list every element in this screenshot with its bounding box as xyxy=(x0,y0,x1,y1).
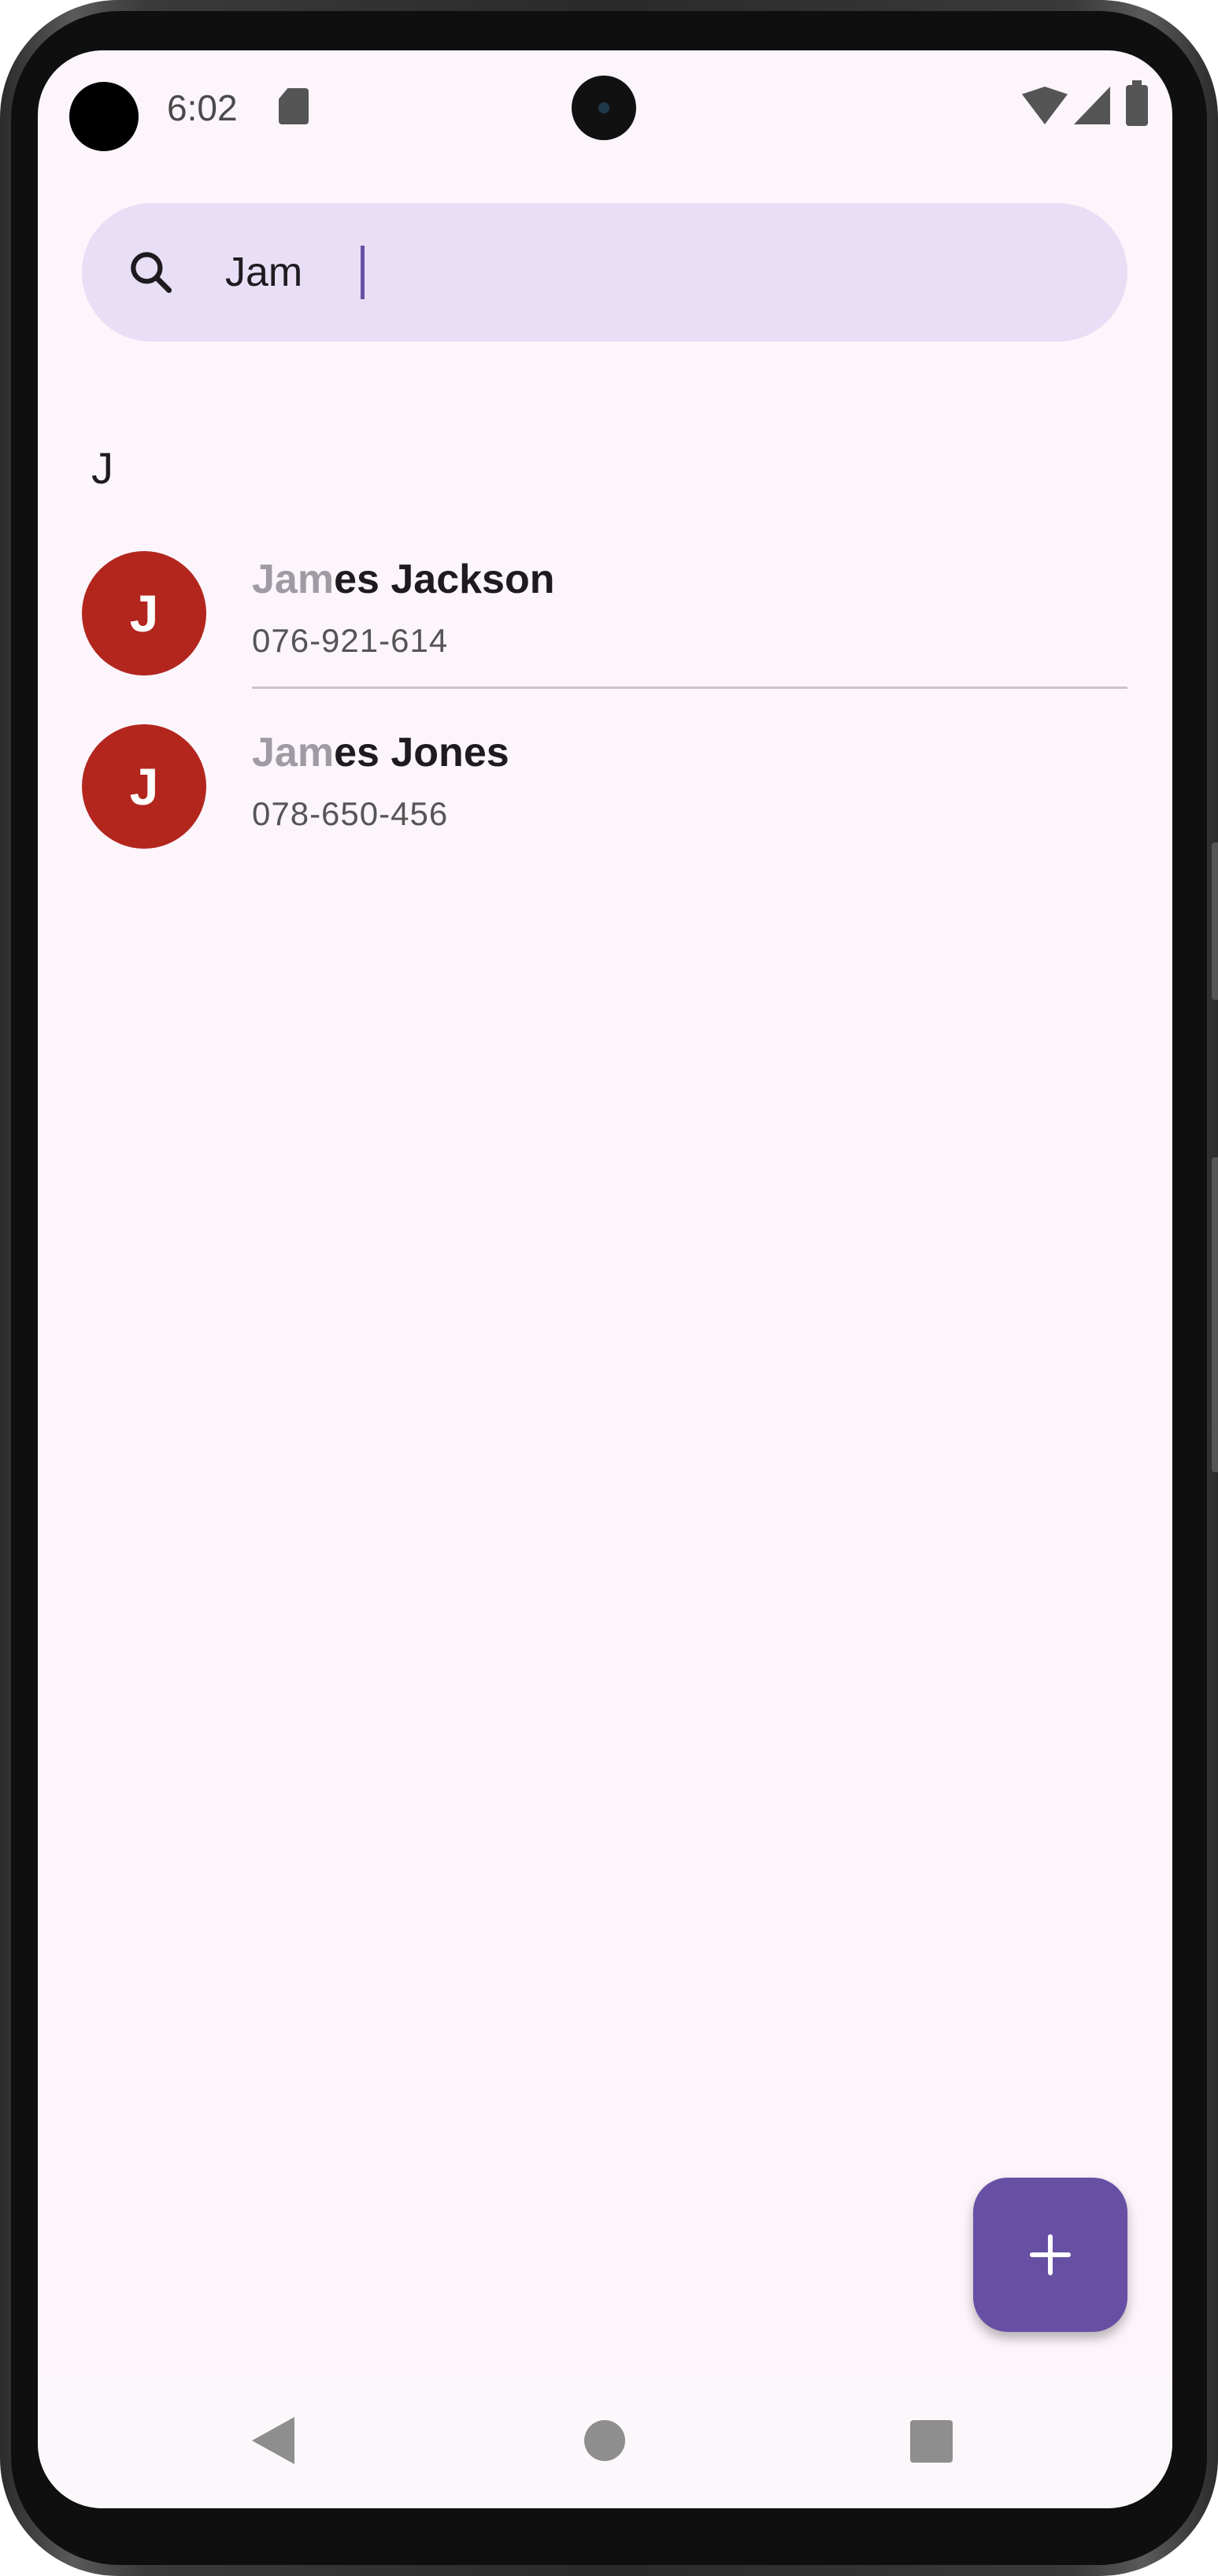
screen: 6:02 J J James Jackson 076-921-614 xyxy=(38,50,1172,2508)
section-header: J xyxy=(91,443,113,493)
contact-name-rest: es Jones xyxy=(334,730,509,775)
add-contact-button[interactable] xyxy=(973,2178,1127,2332)
sd-card-icon xyxy=(279,88,309,124)
wifi-icon xyxy=(1022,87,1068,124)
contact-name: James Jones xyxy=(252,729,509,776)
navigation-bar xyxy=(38,2378,1172,2508)
camera-cutout xyxy=(69,82,139,151)
contact-name-match: Jam xyxy=(252,730,335,775)
front-camera xyxy=(572,76,636,140)
battery-icon xyxy=(1126,80,1148,126)
text-cursor xyxy=(361,246,365,299)
signal-icon xyxy=(1074,87,1110,124)
phone-frame: 6:02 J J James Jackson 076-921-614 xyxy=(0,0,1218,2576)
status-bar: 6:02 xyxy=(38,50,1172,168)
status-time: 6:02 xyxy=(167,87,238,128)
power-button xyxy=(1212,842,1218,1000)
contact-name: James Jackson xyxy=(252,556,555,603)
avatar: J xyxy=(82,551,206,675)
contact-item[interactable]: J James Jackson 076-921-614 xyxy=(38,551,1172,724)
search-icon xyxy=(131,252,172,294)
volume-button xyxy=(1212,1157,1218,1472)
avatar: J xyxy=(82,724,206,849)
contact-phone: 076-921-614 xyxy=(252,622,449,659)
home-icon[interactable] xyxy=(584,2420,625,2461)
recents-icon[interactable] xyxy=(910,2420,953,2463)
contact-item[interactable]: J James Jones 078-650-456 xyxy=(38,724,1172,898)
search-input[interactable] xyxy=(225,233,1091,312)
back-icon[interactable] xyxy=(252,2417,294,2464)
contact-name-rest: es Jackson xyxy=(334,557,555,602)
contact-name-match: Jam xyxy=(252,557,335,602)
search-bar[interactable] xyxy=(82,203,1127,342)
divider xyxy=(252,687,1127,689)
contact-phone: 078-650-456 xyxy=(252,795,449,832)
